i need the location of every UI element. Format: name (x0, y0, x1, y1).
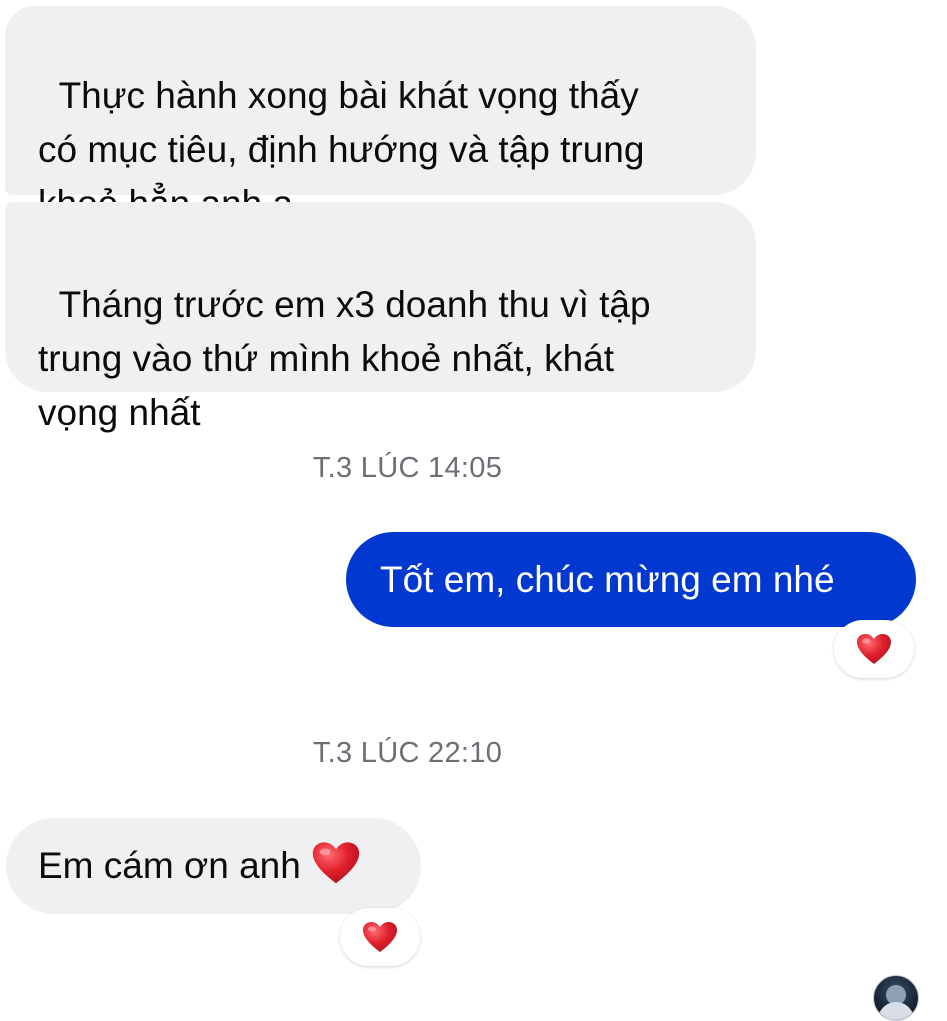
incoming-message-bubble[interactable]: Tháng trước em x3 doanh thu vì tập trung… (5, 202, 756, 433)
avatar[interactable] (873, 975, 919, 1021)
incoming-message-bubble[interactable]: Thực hành xong bài khát vọng thấy có mục… (5, 6, 756, 224)
message-text: Tháng trước em x3 doanh thu vì tập trung… (38, 284, 651, 433)
message-timestamp: T.3 LÚC 22:10 (312, 737, 503, 769)
message-reaction[interactable] (340, 908, 420, 966)
heart-icon (856, 633, 892, 666)
message-timestamp: T.3 LÚC 14:05 (312, 452, 503, 484)
incoming-message-bubble[interactable]: Em cám ơn anh (6, 818, 421, 914)
heart-icon (362, 921, 398, 954)
message-text: Tốt em, chúc mừng em nhé (380, 558, 835, 600)
outgoing-message-bubble[interactable]: Tốt em, chúc mừng em nhé (346, 532, 916, 627)
message-text: Em cám ơn anh (38, 845, 301, 886)
avatar-shoulders (878, 1002, 914, 1020)
message-reaction[interactable] (834, 620, 914, 678)
